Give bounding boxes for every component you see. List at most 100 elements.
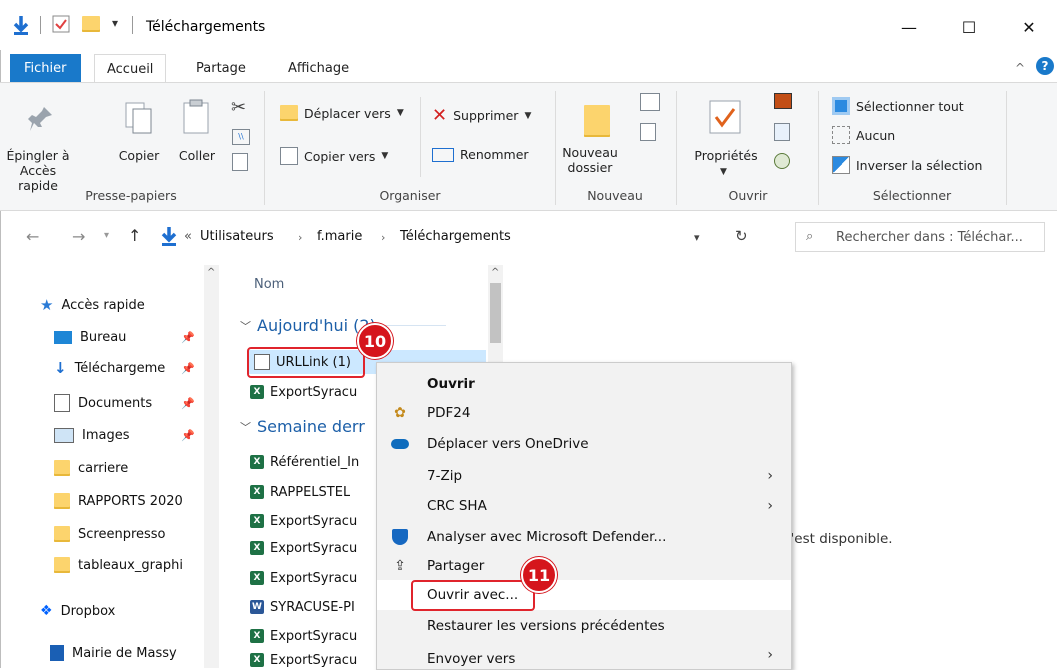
scroll-up-icon[interactable]: ^	[491, 267, 499, 278]
breadcrumb-overflow[interactable]: «	[184, 229, 192, 244]
column-header-name[interactable]: Nom	[254, 277, 284, 292]
properties-check-icon[interactable]	[52, 15, 70, 33]
nav-item-downloads[interactable]: ↓ Téléchargeme 📌	[54, 355, 195, 381]
select-none-button[interactable]: Aucun	[832, 126, 895, 144]
back-arrow-icon[interactable]: ←	[26, 227, 39, 246]
menu-item-label: CRC SHA	[427, 498, 487, 514]
nav-item-documents[interactable]: Documents 📌	[54, 390, 195, 416]
breadcrumb-downloads[interactable]: Téléchargements	[400, 229, 511, 244]
file-row[interactable]: X ExportSyracu	[250, 380, 357, 404]
move-to-button[interactable]: Déplacer vers ▼	[280, 105, 404, 121]
nav-item-desktop[interactable]: Bureau 📌	[54, 324, 195, 350]
tab-home[interactable]: Accueil	[94, 54, 167, 83]
select-all-button[interactable]: Sélectionner tout	[832, 97, 964, 115]
nav-item-folder[interactable]: carriere	[54, 455, 128, 481]
tab-file[interactable]: Fichier	[10, 54, 81, 82]
up-arrow-icon[interactable]: ↑	[128, 226, 141, 245]
rename-button[interactable]: Renommer	[432, 147, 529, 162]
title-separator	[40, 16, 41, 34]
menu-item-share[interactable]: ⇪ Partager	[377, 551, 791, 581]
maximize-button[interactable]: ☐	[946, 10, 992, 44]
menu-item-onedrive[interactable]: Déplacer vers OneDrive	[377, 429, 791, 459]
close-button[interactable]: ✕	[1006, 10, 1052, 44]
share-icon: ⇪	[394, 558, 406, 574]
nav-item-dropbox[interactable]: ❖ Dropbox	[40, 598, 115, 624]
refresh-icon[interactable]: ↻	[735, 227, 748, 245]
pin-label: Épingler à	[6, 148, 70, 163]
nav-item-quick-access[interactable]: ★ Accès rapide	[40, 292, 145, 318]
group-label-new: Nouveau	[587, 188, 643, 203]
scroll-up-icon[interactable]: ^	[207, 267, 215, 278]
file-row[interactable]: X RAPPELSTEL	[250, 480, 350, 504]
delete-button[interactable]: ✕ Supprimer ▼	[432, 105, 531, 126]
file-row[interactable]: X ExportSyracu	[250, 652, 357, 668]
tab-view[interactable]: Affichage	[276, 54, 361, 82]
menu-item-label: Ouvrir	[427, 376, 475, 392]
menu-item-open[interactable]: Ouvrir	[377, 369, 791, 399]
group-header-today[interactable]: ﹀ Aujourd'hui (2)	[240, 316, 446, 335]
open-icon[interactable]	[774, 93, 792, 109]
menu-item-7zip[interactable]: 7-Zip ›	[377, 461, 791, 491]
history-icon[interactable]	[774, 153, 790, 169]
breadcrumb-user[interactable]: f.marie	[317, 229, 362, 244]
recent-locations-icon[interactable]: ▾	[104, 230, 109, 241]
forward-arrow-icon[interactable]: →	[72, 227, 85, 246]
menu-item-pdf24[interactable]: ✿ PDF24	[377, 398, 791, 428]
onedrive-cloud-icon	[391, 435, 409, 453]
menu-item-crc-sha[interactable]: CRC SHA ›	[377, 491, 791, 521]
move-to-label: Déplacer vers	[304, 105, 391, 121]
edit-icon[interactable]	[774, 123, 790, 141]
paste-shortcut-icon[interactable]	[232, 153, 248, 171]
address-bar[interactable]: « Utilisateurs › f.marie › Téléchargemen…	[160, 222, 780, 252]
copy-button[interactable]: Copier	[114, 91, 164, 183]
search-box[interactable]: ⌕ Rechercher dans : Téléchar...	[795, 222, 1045, 252]
cut-icon[interactable]: ✂	[231, 97, 246, 118]
file-name: RAPPELSTEL	[270, 484, 351, 500]
file-row[interactable]: X ExportSyracu	[250, 509, 357, 533]
file-name: ExportSyracu	[270, 513, 358, 529]
menu-item-send-to[interactable]: Envoyer vers ›	[377, 645, 791, 669]
file-row[interactable]: X Référentiel_In	[250, 450, 359, 474]
new-folder-button[interactable]: Nouveau dossier	[560, 91, 640, 183]
file-row[interactable]: X ExportSyracu	[250, 566, 357, 590]
file-row[interactable]: W SYRACUSE-PI	[250, 595, 355, 619]
excel-file-icon: X	[250, 571, 264, 585]
menu-item-defender[interactable]: Analyser avec Microsoft Defender...	[377, 522, 791, 552]
chevron-down-icon: ﹀	[240, 420, 251, 434]
scroll-thumb[interactable]	[490, 283, 501, 343]
nav-item-images[interactable]: Images 📌	[54, 422, 195, 448]
file-row[interactable]: X ExportSyracu	[250, 536, 357, 560]
collapse-ribbon-icon[interactable]: ^	[1015, 61, 1025, 75]
title-bar: ▾ Téléchargements — ☐ ✕	[0, 0, 1057, 50]
copy-path-icon[interactable]: \\	[232, 129, 250, 145]
invert-selection-button[interactable]: Inverser la sélection	[832, 156, 982, 174]
copy-to-button[interactable]: Copier vers ▼	[280, 147, 388, 165]
address-dropdown-icon[interactable]: ▾	[694, 231, 700, 244]
folder-icon[interactable]	[82, 16, 100, 32]
minimize-button[interactable]: —	[886, 10, 932, 44]
highlight-box-step-10	[247, 347, 365, 378]
download-arrow-icon[interactable]	[12, 14, 30, 36]
nav-label: Documents	[78, 395, 153, 411]
new-item-icon[interactable]	[640, 93, 660, 111]
help-icon[interactable]: ?	[1036, 57, 1054, 75]
menu-item-restore-versions[interactable]: Restaurer les versions précédentes	[377, 611, 791, 641]
nav-scrollbar[interactable]: ^	[204, 265, 219, 668]
paste-button[interactable]: Coller	[172, 91, 222, 183]
nav-item-folder[interactable]: RAPPORTS 2020	[54, 488, 183, 514]
quick-access-dropdown-icon[interactable]: ▾	[112, 16, 118, 30]
group-header-last-week[interactable]: ﹀ Semaine derr	[240, 417, 365, 436]
ribbon-separator	[1006, 91, 1007, 205]
easy-access-icon[interactable]	[640, 123, 656, 141]
pin-quick-access-button[interactable]: Épingler à Accès rapide	[6, 91, 72, 193]
select-all-label: Sélectionner tout	[856, 98, 964, 114]
breadcrumb-users[interactable]: Utilisateurs	[200, 229, 274, 244]
copy-to-icon	[280, 147, 298, 165]
properties-button[interactable]: Propriétés ▼	[686, 91, 766, 183]
excel-file-icon: X	[250, 629, 264, 643]
nav-item-network[interactable]: Mairie de Massy	[50, 640, 177, 666]
nav-item-folder[interactable]: tableaux_graphi	[54, 552, 199, 578]
tab-share[interactable]: Partage	[184, 54, 258, 82]
file-row[interactable]: X ExportSyracu	[250, 624, 357, 648]
nav-item-folder[interactable]: Screenpresso	[54, 521, 166, 547]
